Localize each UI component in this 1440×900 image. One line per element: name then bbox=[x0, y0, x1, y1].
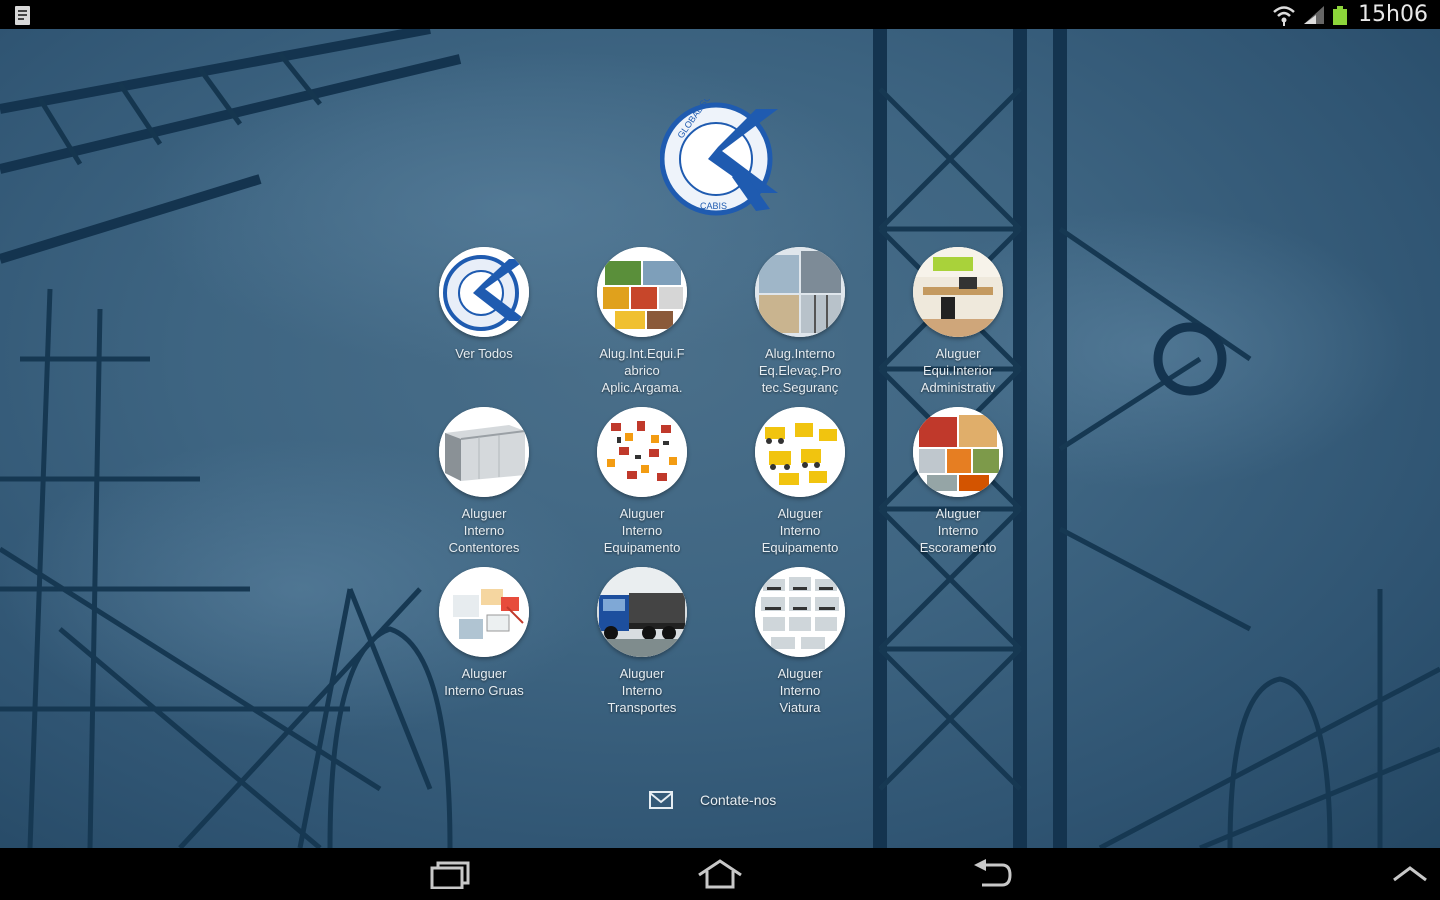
chevron-up-icon bbox=[1393, 866, 1427, 882]
tools-thumbnail bbox=[597, 407, 687, 497]
category-label: Aluguer Interno Contentores bbox=[448, 506, 520, 555]
category-item-elevacao[interactable]: Alug.Interno Eq.Elevaç.Pro tec.Seguranç bbox=[721, 247, 879, 407]
category-label: Aluguer Interno Equipamento bbox=[603, 506, 681, 555]
truck-thumbnail bbox=[597, 567, 687, 657]
main-screen: GLOBAL SOURCING CABIS Ver Todos bbox=[0, 29, 1440, 848]
logo-text-bottom: CABIS bbox=[700, 201, 727, 211]
back-button[interactable] bbox=[964, 856, 1020, 892]
navigation-bar bbox=[0, 848, 1440, 900]
envelope-icon bbox=[649, 791, 673, 809]
category-grid: Ver Todos Alug.Int.Equi.F abrico Aplic.A… bbox=[405, 247, 1035, 727]
category-label: Aluguer Interno Transportes bbox=[607, 666, 677, 715]
machinery-thumbnail bbox=[755, 407, 845, 497]
category-item-escoramento[interactable]: Aluguer Interno Escoramento bbox=[879, 407, 1037, 567]
expand-button[interactable] bbox=[1382, 856, 1438, 892]
contact-button[interactable]: Contate-nos bbox=[648, 787, 776, 813]
category-item-transportes[interactable]: Aluguer Interno Transportes bbox=[563, 567, 721, 727]
back-icon bbox=[974, 859, 1012, 887]
category-label: Aluguer Interno Gruas bbox=[444, 666, 524, 698]
wifi-icon bbox=[1273, 5, 1295, 26]
category-item-viatura[interactable]: Aluguer Interno Viatura bbox=[721, 567, 879, 727]
category-item-ver-todos[interactable]: Ver Todos bbox=[405, 247, 563, 407]
category-label: Aluguer Interno Escoramento bbox=[919, 506, 997, 555]
shoring-thumbnail bbox=[913, 407, 1003, 497]
category-label: Aluguer Equi.Interior Administrativ bbox=[920, 346, 996, 395]
category-label: Alug.Interno Eq.Elevaç.Pro tec.Seguranç bbox=[758, 346, 842, 395]
global-sourcing-logo-icon: GLOBAL SOURCING CABIS bbox=[660, 99, 778, 216]
status-icons: 15h06 bbox=[1272, 0, 1428, 29]
recent-apps-icon bbox=[430, 861, 470, 889]
crane-thumbnail bbox=[439, 567, 529, 657]
vehicles-thumbnail bbox=[755, 567, 845, 657]
factory-equipment-thumbnail bbox=[597, 247, 687, 337]
office-interior-thumbnail bbox=[913, 247, 1003, 337]
recent-apps-button[interactable] bbox=[422, 856, 478, 892]
status-time: 15h06 bbox=[1358, 2, 1428, 27]
category-label: Aluguer Interno Viatura bbox=[777, 666, 823, 715]
status-bar: 15h06 bbox=[0, 0, 1440, 29]
category-label: Ver Todos bbox=[455, 346, 513, 361]
contact-label: Contate-nos bbox=[700, 792, 777, 808]
notification-icon bbox=[15, 6, 30, 25]
signal-icon bbox=[1304, 5, 1325, 24]
container-thumbnail bbox=[439, 407, 529, 497]
home-icon bbox=[698, 859, 742, 889]
lifting-equipment-thumbnail bbox=[755, 247, 845, 337]
category-item-fabrico[interactable]: Alug.Int.Equi.F abrico Aplic.Argama. bbox=[563, 247, 721, 407]
category-item-administrativo[interactable]: Aluguer Equi.Interior Administrativ bbox=[879, 247, 1037, 407]
category-label: Alug.Int.Equi.F abrico Aplic.Argama. bbox=[599, 346, 685, 395]
home-button[interactable] bbox=[692, 856, 748, 892]
category-item-equipamento-1[interactable]: Aluguer Interno Equipamento bbox=[563, 407, 721, 567]
logo-thumbnail bbox=[439, 247, 529, 337]
category-item-equipamento-2[interactable]: Aluguer Interno Equipamento bbox=[721, 407, 879, 567]
category-item-gruas[interactable]: Aluguer Interno Gruas bbox=[405, 567, 563, 727]
category-item-contentores[interactable]: Aluguer Interno Contentores bbox=[405, 407, 563, 567]
category-label: Aluguer Interno Equipamento bbox=[761, 506, 839, 555]
battery-icon bbox=[1333, 5, 1348, 25]
